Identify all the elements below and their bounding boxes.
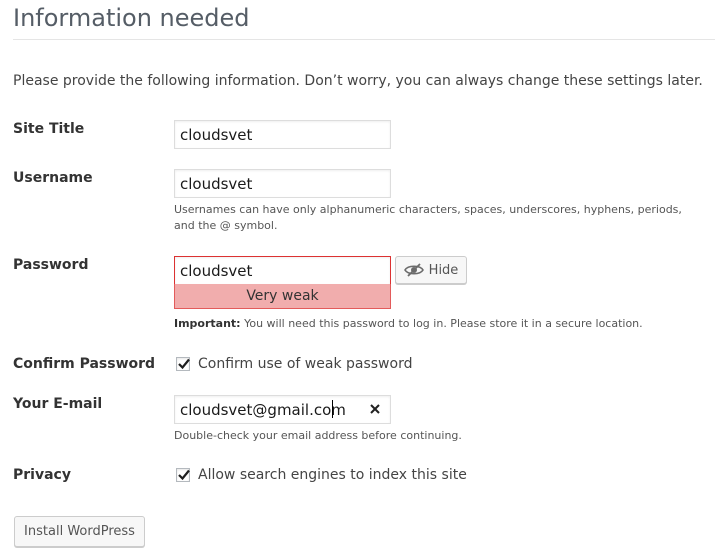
- install-wordpress-button[interactable]: Install WordPress: [14, 516, 145, 547]
- intro-text: Please provide the following information…: [13, 73, 703, 89]
- site-title-input[interactable]: [174, 120, 391, 149]
- username-label: Username: [13, 170, 93, 186]
- hide-button-label: Hide: [428, 262, 459, 278]
- password-note-strong: Important:: [174, 317, 241, 330]
- privacy-label: Privacy: [13, 467, 71, 483]
- site-title-label: Site Title: [13, 121, 85, 137]
- email-label: Your E-mail: [13, 396, 103, 412]
- email-description: Double-check your email address before c…: [174, 429, 462, 442]
- confirm-weak-password-row: Confirm use of weak password: [176, 356, 412, 372]
- confirm-weak-password-text: Confirm use of weak password: [198, 356, 413, 372]
- close-icon[interactable]: [366, 400, 384, 418]
- hide-password-button[interactable]: Hide: [395, 256, 467, 284]
- checkmark-icon: [178, 469, 190, 481]
- search-engine-index-text: Allow search engines to index this site: [198, 467, 467, 483]
- text-caret: [332, 400, 333, 418]
- title-divider: [13, 39, 715, 40]
- password-strength-meter: Very weak: [174, 284, 391, 309]
- search-engine-index-checkbox[interactable]: [176, 468, 190, 482]
- confirm-weak-password-checkbox[interactable]: [176, 357, 190, 371]
- eye-slash-icon: [403, 263, 424, 277]
- username-input[interactable]: [174, 169, 391, 198]
- password-note-text: You will need this password to log in. P…: [240, 317, 643, 330]
- password-note: Important: You will need this password t…: [174, 316, 704, 332]
- checkmark-icon: [178, 358, 190, 370]
- username-description: Usernames can have only alphanumeric cha…: [174, 203, 682, 232]
- email-input[interactable]: [174, 395, 391, 424]
- password-label: Password: [13, 257, 89, 273]
- password-input[interactable]: [174, 256, 391, 285]
- privacy-row: Allow search engines to index this site: [176, 467, 467, 483]
- page-title: Information needed: [13, 4, 250, 32]
- confirm-password-label: Confirm Password: [13, 356, 156, 372]
